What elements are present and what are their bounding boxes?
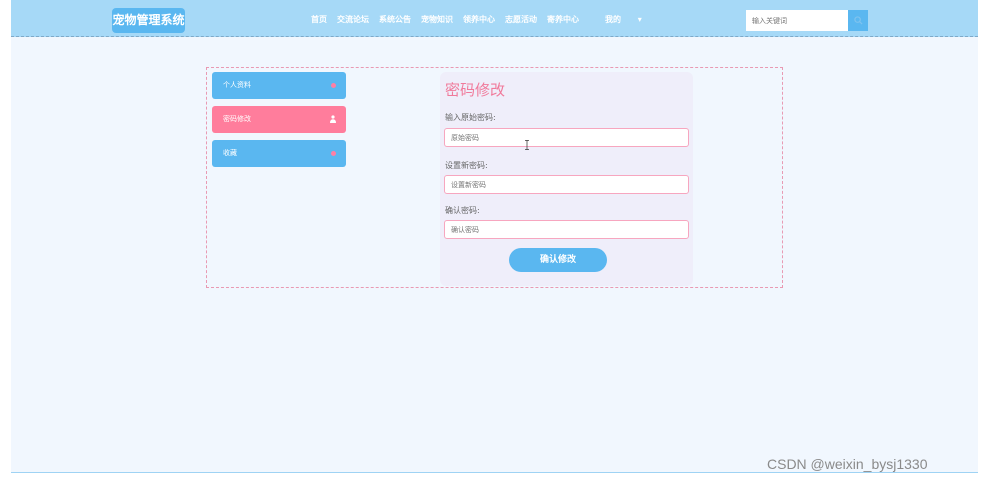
nav-item-my-account[interactable]: 我的 ▾ — [605, 14, 652, 25]
sidebar-item-label: 收藏 — [223, 149, 237, 157]
sidebar-item-label: 个人资料 — [223, 81, 251, 89]
search-icon — [853, 16, 863, 25]
old-password-label: 输入原始密码: — [445, 113, 496, 122]
nav-item-foster-center[interactable]: 寄养中心 — [547, 14, 579, 25]
nav-item-adoption-center[interactable]: 领养中心 — [463, 14, 495, 25]
dot-icon — [331, 83, 336, 88]
chevron-down-icon: ▾ — [637, 15, 642, 24]
app-frame: 宠物管理系统 首页 交流论坛 系统公告 宠物知识 领养中心 志愿活动 寄养中心 … — [11, 0, 978, 473]
my-account-label: 我的 — [605, 15, 621, 24]
nav-item-pet-knowledge[interactable]: 宠物知识 — [421, 14, 453, 25]
confirm-password-label: 确认密码: — [445, 206, 480, 215]
new-password-field[interactable] — [444, 175, 689, 194]
password-form: 密码修改 输入原始密码: 设置新密码: 确认密码: 确认修改 — [440, 72, 693, 286]
nav-item-volunteer[interactable]: 志愿活动 — [505, 14, 537, 25]
top-navbar: 宠物管理系统 首页 交流论坛 系统公告 宠物知识 领养中心 志愿活动 寄养中心 … — [11, 0, 978, 37]
confirm-password-field[interactable] — [444, 220, 689, 239]
sidebar-item-password[interactable]: 密码修改 — [212, 106, 346, 133]
account-panel: 个人资料 密码修改 收藏 密码修改 输入原始密码: 设置新密码: 确认密码: 确… — [206, 67, 783, 288]
watermark: CSDN @weixin_bysj1330 — [767, 456, 928, 472]
confirm-change-button[interactable]: 确认修改 — [509, 248, 607, 272]
nav-item-announcements[interactable]: 系统公告 — [379, 14, 411, 25]
user-icon — [330, 115, 336, 123]
old-password-field[interactable] — [444, 128, 689, 147]
new-password-label: 设置新密码: — [445, 161, 488, 170]
site-logo[interactable]: 宠物管理系统 — [112, 8, 185, 33]
search-button[interactable] — [848, 10, 868, 31]
page-title: 密码修改 — [445, 81, 506, 99]
search-input[interactable] — [746, 10, 848, 31]
sidebar-item-favorites[interactable]: 收藏 — [212, 140, 346, 167]
main-nav: 首页 交流论坛 系统公告 宠物知识 领养中心 志愿活动 寄养中心 我的 ▾ — [311, 14, 662, 25]
text-cursor-icon — [525, 140, 529, 150]
sidebar-item-profile[interactable]: 个人资料 — [212, 72, 346, 99]
dot-icon — [331, 151, 336, 156]
nav-item-forum[interactable]: 交流论坛 — [337, 14, 369, 25]
nav-item-home[interactable]: 首页 — [311, 14, 327, 25]
sidebar-item-label: 密码修改 — [223, 115, 251, 123]
